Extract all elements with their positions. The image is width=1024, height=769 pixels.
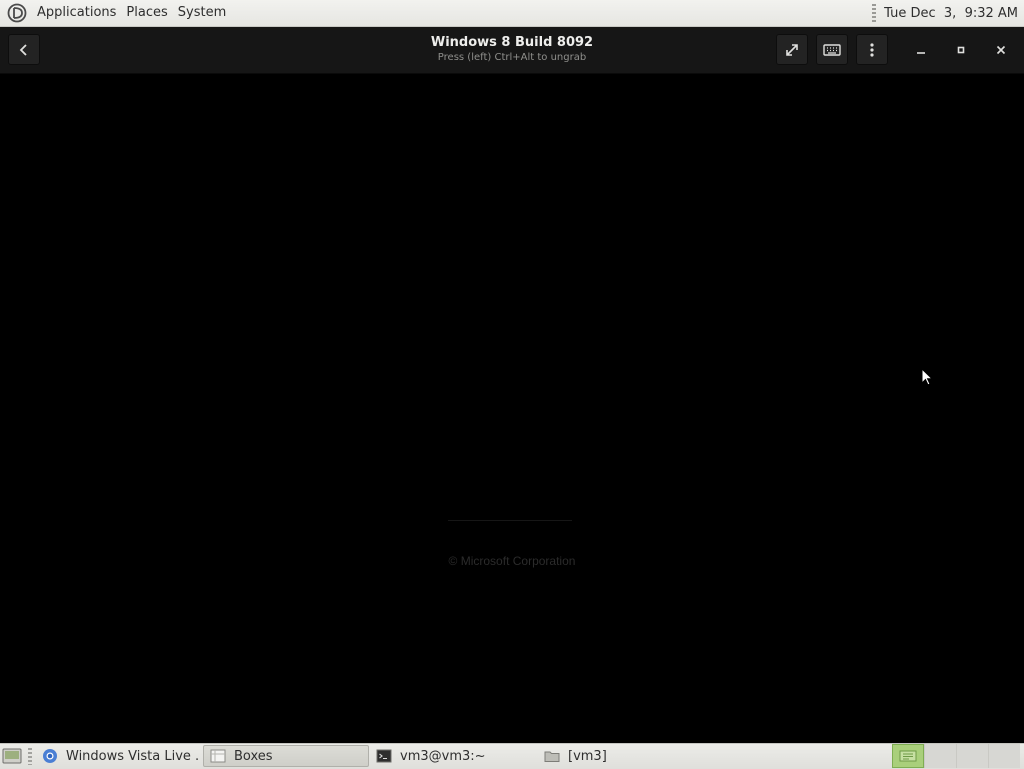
title-block: Windows 8 Build 8092 Press (left) Ctrl+A… bbox=[362, 35, 662, 64]
mouse-pointer-icon bbox=[921, 368, 933, 386]
show-desktop-icon[interactable] bbox=[2, 747, 22, 765]
workspace-2[interactable] bbox=[924, 744, 956, 768]
boxes-icon bbox=[210, 749, 226, 763]
minimize-icon bbox=[917, 52, 925, 54]
maximize-icon bbox=[957, 46, 965, 54]
panel-grip[interactable] bbox=[872, 4, 877, 22]
task-label: vm3@vm3:~ bbox=[400, 748, 486, 764]
back-icon bbox=[19, 43, 27, 56]
boot-progress-line bbox=[448, 520, 572, 521]
task-folder[interactable]: [vm3] bbox=[538, 745, 704, 767]
system-menu[interactable]: System bbox=[173, 0, 231, 26]
maximize-button[interactable] bbox=[948, 37, 974, 63]
task-label: Boxes bbox=[234, 748, 273, 764]
fullscreen-button[interactable] bbox=[776, 34, 808, 65]
workspace-1[interactable] bbox=[892, 744, 924, 768]
task-terminal[interactable]: vm3@vm3:~ bbox=[370, 745, 536, 767]
top-panel: Applications Places System Tue Dec 3, 9:… bbox=[0, 0, 1024, 27]
task-boxes[interactable]: Boxes bbox=[203, 745, 369, 767]
back-button[interactable] bbox=[8, 34, 40, 65]
workspace-4[interactable] bbox=[988, 744, 1020, 768]
panel-grip[interactable] bbox=[28, 748, 32, 765]
close-icon bbox=[996, 45, 1006, 55]
window-title: Windows 8 Build 8092 bbox=[430, 35, 594, 50]
places-menu[interactable]: Places bbox=[121, 0, 172, 26]
close-button[interactable] bbox=[988, 37, 1014, 63]
keyboard-button[interactable] bbox=[816, 34, 848, 65]
workspace-3[interactable] bbox=[956, 744, 988, 768]
menu-icon bbox=[870, 42, 874, 57]
workspace-switcher bbox=[892, 744, 1024, 769]
window-header-bar: Windows 8 Build 8092 Press (left) Ctrl+A… bbox=[0, 27, 1024, 74]
terminal-icon bbox=[376, 749, 392, 763]
chromium-icon bbox=[43, 749, 57, 763]
fullscreen-icon bbox=[786, 43, 798, 56]
vm-display[interactable]: © Microsoft Corporation bbox=[0, 74, 1024, 743]
bottom-panel: Windows Vista Live ... Boxes vm3@vm3:~ [… bbox=[0, 743, 1024, 769]
task-label: Windows Vista Live ... bbox=[66, 748, 200, 764]
menu-button[interactable] bbox=[856, 34, 888, 65]
task-windows-vista[interactable]: Windows Vista Live ... bbox=[36, 745, 200, 767]
debian-logo-icon[interactable] bbox=[7, 3, 27, 23]
task-label: [vm3] bbox=[568, 748, 607, 764]
applications-menu[interactable]: Applications bbox=[32, 0, 121, 26]
window-thumbnail-icon bbox=[899, 750, 917, 762]
folder-icon bbox=[544, 751, 560, 762]
copyright-text: © Microsoft Corporation bbox=[448, 554, 576, 568]
window-subtitle: Press (left) Ctrl+Alt to ungrab bbox=[437, 52, 587, 63]
minimize-button[interactable] bbox=[908, 37, 934, 63]
clock[interactable]: Tue Dec 3, 9:32 AM bbox=[884, 6, 1018, 21]
keyboard-icon bbox=[823, 43, 841, 56]
